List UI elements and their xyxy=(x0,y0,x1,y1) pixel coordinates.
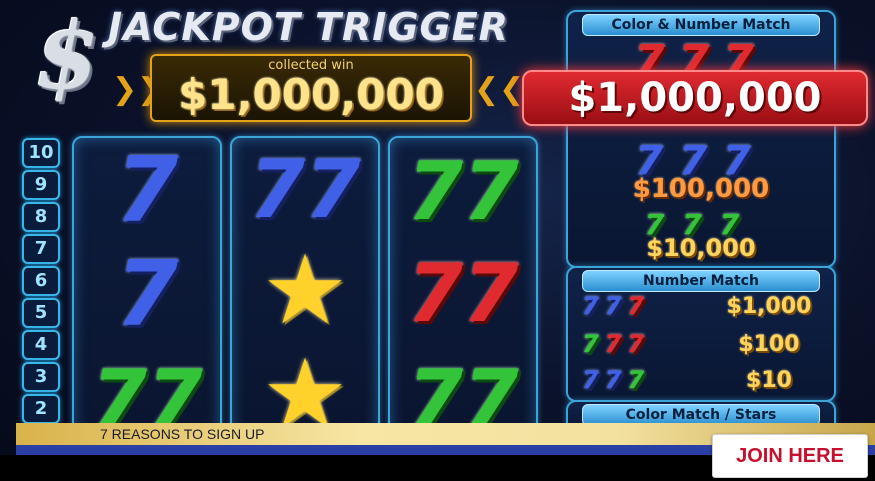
row-number: 10 xyxy=(22,138,60,168)
collected-win-banner: collected win $1,000,000 xyxy=(150,54,472,122)
row-number: 2 xyxy=(22,394,60,424)
mixed-sevens-icon: 777 xyxy=(582,330,650,358)
signup-text: 7 REASONS TO SIGN UP xyxy=(100,426,265,442)
jackpot-prize: $1,000,000 xyxy=(522,70,868,126)
row-number: 8 xyxy=(22,202,60,232)
color-number-match-panel: Color & Number Match 777 777 $100,000 77… xyxy=(566,10,836,268)
green-sevens-icon: 77 xyxy=(407,145,519,238)
collected-win-value: $1,000,000 xyxy=(178,70,444,119)
row-number: 3 xyxy=(22,362,60,392)
mixed-sevens-icon: 777 xyxy=(582,366,650,394)
chevron-left-icon: ❮❮ xyxy=(474,72,525,107)
tier2-prize: $100,000 xyxy=(632,174,770,204)
tier3-prize: $10,000 xyxy=(646,234,756,262)
mixed-sevens-icon: 777 xyxy=(582,292,650,320)
row-number: 9 xyxy=(22,170,60,200)
blue-sevens-icon: 77 xyxy=(249,143,361,236)
blue-seven-icon: 7 xyxy=(582,366,605,394)
dollar-logo-icon: $ xyxy=(34,2,99,110)
join-button[interactable]: JOIN HERE xyxy=(712,434,868,478)
blue-seven-icon: 7 xyxy=(115,138,179,243)
color-number-match-header: Color & Number Match xyxy=(582,14,820,36)
blue-seven-icon: 7 xyxy=(115,242,179,347)
blue-seven-icon: 7 xyxy=(604,292,628,320)
number-match-prize: $1,000 xyxy=(726,294,812,319)
reel-2: 77 ★ ★ xyxy=(230,136,380,442)
row-number: 6 xyxy=(22,266,60,296)
red-sevens-icon: 77 xyxy=(407,247,519,340)
red-seven-icon: 7 xyxy=(627,330,651,358)
red-seven-icon: 7 xyxy=(627,292,651,320)
row-number: 5 xyxy=(22,298,60,328)
number-match-header: Number Match xyxy=(582,270,820,292)
row-number: 7 xyxy=(22,234,60,264)
reel-1: 7 7 77 xyxy=(72,136,222,440)
number-match-prize: $10 xyxy=(746,368,792,393)
row-number: 4 xyxy=(22,330,60,360)
blue-seven-icon: 7 xyxy=(604,366,628,394)
game-title: JACKPOT TRIGGER xyxy=(108,5,509,49)
reel-3: 77 77 77 xyxy=(388,136,538,440)
star-icon: ★ xyxy=(261,234,349,346)
red-seven-icon: 7 xyxy=(604,330,628,358)
green-seven-icon: 7 xyxy=(582,330,605,358)
green-seven-icon: 7 xyxy=(627,366,651,394)
blue-seven-icon: 7 xyxy=(582,292,605,320)
number-match-panel: Number Match 777 $1,000 777 $100 777 $10 xyxy=(566,266,836,402)
number-match-prize: $100 xyxy=(738,332,800,357)
